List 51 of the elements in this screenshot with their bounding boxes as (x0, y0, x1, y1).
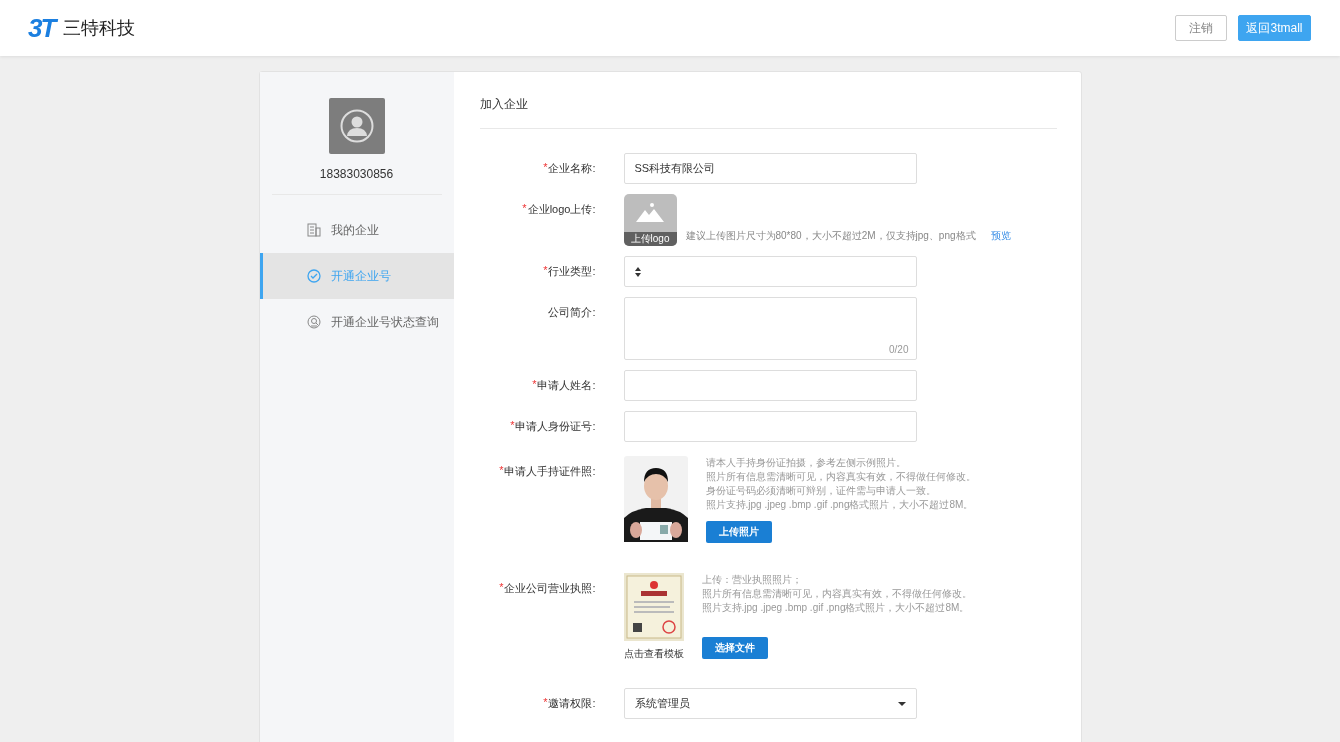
template-link[interactable]: 点击查看模板 (623, 647, 684, 661)
required-mark: * (522, 202, 527, 214)
dropdown-field[interactable]: 系统管理员 (623, 688, 917, 719)
logout-button[interactable]: 注销 (1175, 15, 1227, 41)
note-text: 照片支持.jpg .jpeg .bmp .gif .png格式照片，大小不超过8M。 (701, 601, 971, 615)
logo: 3T (28, 15, 55, 41)
input-field[interactable] (623, 370, 917, 401)
required-mark: * (499, 581, 504, 593)
required-mark: * (543, 696, 548, 708)
note-text: 照片所有信息需清晰可见，内容真实有效，不得做任何修改。 (705, 470, 976, 484)
field-label: 公司简介: (548, 305, 596, 320)
required-mark: * (532, 378, 537, 390)
choose-file-button[interactable]: 选择文件 (701, 637, 768, 659)
field-label: 企业logo上传: (527, 202, 596, 217)
building-icon (306, 223, 321, 237)
mountain-icon (635, 202, 665, 222)
field-label: 申请人手持证件照: (504, 464, 596, 479)
sidebar-item[interactable]: 开通企业号状态查询 (259, 299, 454, 345)
check-circle-icon (306, 269, 321, 283)
input-field[interactable] (623, 411, 917, 442)
note-text: 上传：营业执照照片； (701, 573, 803, 587)
sidebar-item[interactable]: 我的企业 (259, 207, 454, 253)
required-mark: * (543, 161, 548, 173)
field-label: 企业名称: (548, 161, 596, 176)
brand-name: 三特科技 (63, 17, 136, 40)
sidebar-item[interactable]: 开通企业号 (259, 253, 454, 299)
select-field[interactable] (623, 256, 917, 287)
search-icon (306, 315, 321, 329)
field-label: 申请人姓名: (537, 378, 596, 393)
note-text: 请本人手持身份证拍摄，参考左侧示例照片。 (705, 456, 907, 470)
field-label: 企业公司营业执照: (504, 581, 596, 596)
field-label: 行业类型: (548, 264, 596, 279)
note-text: 照片所有信息需清晰可见，内容真实有效，不得做任何修改。 (701, 587, 972, 601)
user-phone: 18383030856 (319, 167, 394, 181)
required-mark: * (510, 419, 515, 431)
input-field[interactable]: SS科技有限公司 (623, 153, 917, 184)
required-mark: * (499, 464, 504, 476)
return-button[interactable]: 返回3tmall (1238, 15, 1311, 41)
avatar-icon (328, 98, 385, 154)
required-mark: * (543, 264, 548, 276)
field-label: 邀请权限: (548, 696, 596, 711)
caret-icon (897, 701, 906, 706)
sort-arrows-icon (634, 266, 641, 277)
upload-photo-button[interactable]: 上传照片 (705, 521, 772, 543)
note-text: 照片支持.jpg .jpeg .bmp .gif .png格式照片，大小不超过8M。 (705, 498, 975, 512)
field-label: 申请人身份证号: (515, 419, 596, 434)
logo-upload[interactable]: 上传logo (623, 194, 677, 246)
form-title: 加入企业 (479, 72, 1057, 129)
preview-link[interactable]: 预览 (990, 229, 1011, 243)
textarea-field[interactable]: 0/20 (623, 297, 917, 360)
upload-hint: 建议上传图片尺寸为80*80，大小不超过2M，仅支持jpg、png格式 (685, 229, 976, 243)
